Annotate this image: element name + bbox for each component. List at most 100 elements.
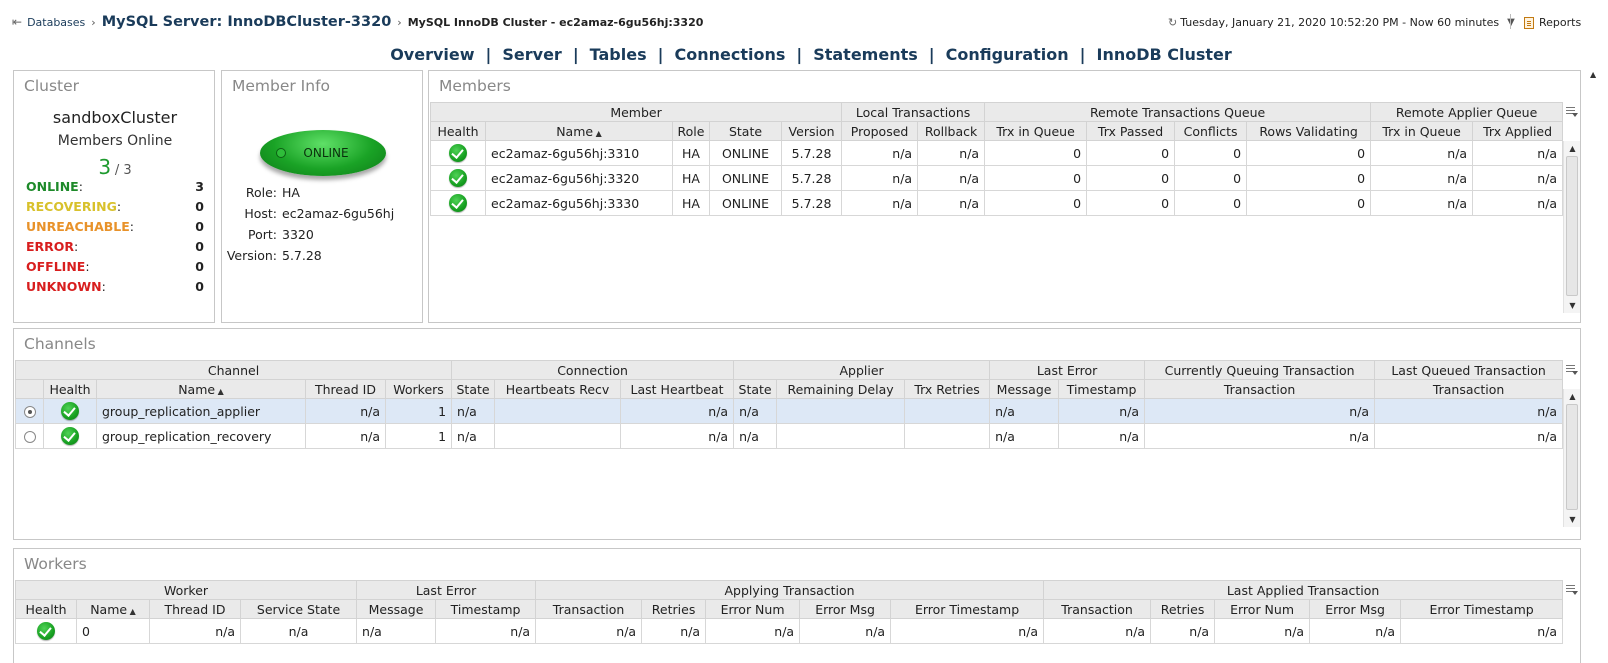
last-heartbeat: n/a — [620, 398, 735, 424]
column-header-applied-error-timestamp[interactable]: Error Timestamp — [1400, 599, 1564, 619]
reports-button[interactable]: Reports — [1524, 16, 1581, 29]
radio-unselected-icon[interactable] — [23, 431, 36, 443]
status-label: ONLINE — [26, 179, 79, 194]
scroll-down-icon[interactable]: ▼ — [1564, 298, 1581, 313]
column-header-thread-id[interactable]: Thread ID — [149, 599, 241, 619]
column-header-applier-state[interactable]: State — [733, 379, 778, 399]
row-select[interactable] — [15, 423, 44, 449]
column-header-applied-retries[interactable]: Retries — [1150, 599, 1216, 619]
column-header-name[interactable]: Name — [76, 599, 150, 619]
column-header-proposed[interactable]: Proposed — [841, 121, 919, 141]
column-header-applying-error-msg[interactable]: Error Msg — [799, 599, 892, 619]
scroll-up-icon[interactable]: ▲ — [1564, 389, 1581, 404]
row-select[interactable] — [15, 398, 44, 424]
group-header: Last Error — [356, 580, 537, 600]
column-header-state[interactable]: State — [709, 121, 782, 141]
column-header-name[interactable]: Name — [96, 379, 306, 399]
column-header-applying-retries[interactable]: Retries — [641, 599, 707, 619]
channels-scrollbar[interactable]: ▲ ▼ — [1563, 389, 1580, 527]
column-header-health[interactable]: Health — [43, 379, 97, 399]
channels-panel: Channels Channel Connection Applier Last… — [13, 328, 1581, 540]
page-scroll-up-icon[interactable]: ▲ — [1590, 70, 1596, 79]
scroll-thumb[interactable] — [1566, 404, 1578, 510]
column-header-health[interactable]: Health — [15, 599, 77, 619]
column-header-connection-state[interactable]: State — [451, 379, 496, 399]
rollback: n/a — [917, 140, 986, 166]
column-header-heartbeats-recv[interactable]: Heartbeats Recv — [494, 379, 622, 399]
column-header-last-heartbeat[interactable]: Last Heartbeat — [620, 379, 735, 399]
member-name: ec2amaz-6gu56hj:3310 — [485, 140, 673, 166]
nav-statements[interactable]: Statements — [813, 45, 918, 64]
version-value: 5.7.28 — [282, 248, 322, 263]
column-header-health[interactable]: Health — [430, 121, 486, 141]
column-header-applied-error-num[interactable]: Error Num — [1214, 599, 1311, 619]
column-header-role[interactable]: Role — [672, 121, 710, 141]
column-header-trx-in-queue[interactable]: Trx in Queue — [984, 121, 1088, 141]
table-row[interactable]: 0 n/a n/a n/a n/a n/a n/a n/a n/a n/a n/… — [15, 618, 1564, 644]
column-header-conflicts[interactable]: Conflicts — [1174, 121, 1248, 141]
column-header-trx-retries[interactable]: Trx Retries — [904, 379, 991, 399]
column-header-applied-error-msg[interactable]: Error Msg — [1309, 599, 1402, 619]
group-header: Last Queued Transaction — [1374, 360, 1564, 380]
column-header-applying-error-timestamp[interactable]: Error Timestamp — [890, 599, 1045, 619]
column-header-trx-applied[interactable]: Trx Applied — [1472, 121, 1564, 141]
column-header-timestamp[interactable]: Timestamp — [1058, 379, 1146, 399]
column-menu-icon[interactable] — [1564, 582, 1578, 596]
column-header-applying-transaction[interactable]: Transaction — [535, 599, 643, 619]
table-row[interactable]: group_replication_applier n/a 1 n/a n/a … — [15, 398, 1564, 424]
status-unknown: UNKNOWN: 0 — [26, 279, 204, 294]
time-range-selector[interactable]: ↻ Tuesday, January 21, 2020 10:52:20 PM … — [1168, 16, 1515, 29]
table-row[interactable]: group_replication_recovery n/a 1 n/a n/a… — [15, 423, 1564, 449]
panel-title: Cluster — [24, 77, 80, 95]
column-header-queued-transaction[interactable]: Transaction — [1374, 379, 1564, 399]
rollback: n/a — [917, 190, 986, 216]
member-name: ec2amaz-6gu56hj:3320 — [485, 165, 673, 191]
nav-overview[interactable]: Overview — [390, 45, 474, 64]
table-row[interactable]: ec2amaz-6gu56hj:3330 HA ONLINE 5.7.28 n/… — [430, 190, 1564, 216]
member-role: HA — [672, 165, 710, 191]
nav-tables[interactable]: Tables — [590, 45, 647, 64]
scroll-thumb[interactable] — [1566, 156, 1578, 296]
nav-configuration[interactable]: Configuration — [946, 45, 1069, 64]
column-header-workers[interactable]: Workers — [384, 379, 453, 399]
column-header-message[interactable]: Message — [356, 599, 437, 619]
column-header-applier-trx-in-queue[interactable]: Trx in Queue — [1370, 121, 1474, 141]
nav-innodb-cluster[interactable]: InnoDB Cluster — [1096, 45, 1231, 64]
column-header-version[interactable]: Version — [780, 121, 843, 141]
column-header-rollback[interactable]: Rollback — [917, 121, 986, 141]
column-header-queuing-transaction[interactable]: Transaction — [1144, 379, 1376, 399]
member-version: 5.7.28 — [780, 165, 843, 191]
scroll-down-icon[interactable]: ▼ — [1564, 512, 1581, 527]
breadcrumb-cluster: MySQL InnoDB Cluster - ec2amaz-6gu56hj:3… — [407, 16, 704, 29]
nav-connections[interactable]: Connections — [674, 45, 785, 64]
column-header-remaining-delay[interactable]: Remaining Delay — [776, 379, 906, 399]
column-menu-icon[interactable] — [1564, 104, 1578, 118]
column-header-message[interactable]: Message — [989, 379, 1060, 399]
nav-separator: | — [485, 45, 492, 64]
proposed: n/a — [841, 140, 919, 166]
table-row[interactable]: ec2amaz-6gu56hj:3310 HA ONLINE 5.7.28 n/… — [430, 140, 1564, 166]
column-header-name[interactable]: Name — [485, 121, 673, 141]
applied-error-timestamp: n/a — [1400, 618, 1564, 644]
breadcrumb-databases[interactable]: Databases — [27, 16, 85, 29]
column-header-service-state[interactable]: Service State — [239, 599, 358, 619]
breadcrumb-server[interactable]: MySQL Server: InnoDBCluster-3320 — [102, 14, 392, 30]
column-header-thread-id[interactable]: Thread ID — [305, 379, 386, 399]
role-label: Role: — [245, 185, 277, 200]
column-header-timestamp[interactable]: Timestamp — [435, 599, 537, 619]
column-menu-icon[interactable] — [1564, 362, 1578, 376]
nav-server[interactable]: Server — [502, 45, 561, 64]
group-header: Member — [429, 102, 843, 122]
collapse-icon[interactable]: ⇤ — [12, 15, 22, 29]
column-header-applying-error-num[interactable]: Error Num — [705, 599, 801, 619]
column-header-trx-passed[interactable]: Trx Passed — [1086, 121, 1176, 141]
members-scrollbar[interactable]: ▲ ▼ — [1563, 141, 1580, 313]
trx-in-queue: 0 — [984, 140, 1088, 166]
column-header-applied-transaction[interactable]: Transaction — [1043, 599, 1152, 619]
radio-selected-icon[interactable] — [23, 406, 36, 418]
queuing-transaction: n/a — [1144, 423, 1376, 449]
table-row[interactable]: ec2amaz-6gu56hj:3320 HA ONLINE 5.7.28 n/… — [430, 165, 1564, 191]
status-label: UNKNOWN — [26, 279, 102, 294]
scroll-up-icon[interactable]: ▲ — [1564, 141, 1581, 156]
column-header-rows-validating[interactable]: Rows Validating — [1246, 121, 1372, 141]
